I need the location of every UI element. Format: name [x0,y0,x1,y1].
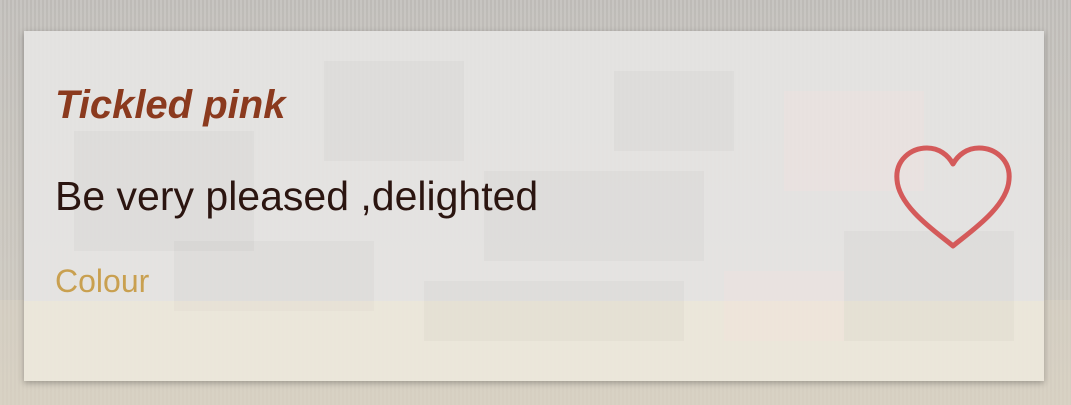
favorite-button[interactable] [888,139,1018,254]
phrase-title: Tickled pink [55,83,286,127]
pattern-tile [24,301,1044,381]
pattern-tile [174,241,374,311]
phrase-meaning: Be very pleased ,delighted [55,173,539,219]
phrase-category: Colour [55,263,150,299]
pattern-tile [614,71,734,151]
pattern-tile [324,61,464,161]
pattern-tile [424,281,684,341]
pattern-tile [724,271,844,341]
heart-outline-icon [894,145,1012,248]
phrase-card[interactable]: Tickled pink Be very pleased ,delighted … [24,31,1044,381]
